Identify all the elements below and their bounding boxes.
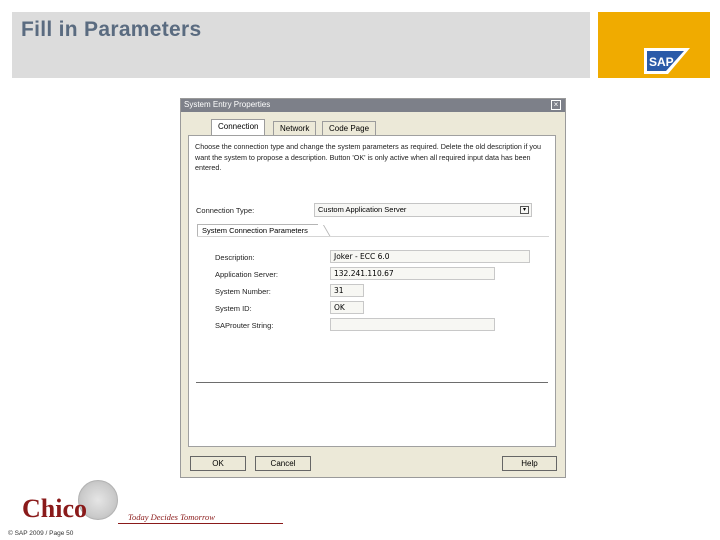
system-entry-dialog: System Entry Properties × Connection Net… [180,98,566,478]
ok-button[interactable]: OK [190,456,246,471]
dialog-title: System Entry Properties [184,100,271,109]
group-divider [197,236,549,237]
sap-brand-box: SAP [598,12,710,78]
application-server-field[interactable]: 132.241.110.67 [330,267,495,280]
chico-logo: Chico Today Decides Tomorrow [22,480,288,526]
slide-title-bar: Fill in Parameters [12,12,590,78]
sap-logo-text: SAP [649,55,674,69]
description-label: Description: [215,253,255,262]
tab-network[interactable]: Network [273,121,317,135]
application-server-label: Application Server: [215,270,278,279]
saprouter-string-label: SAProuter String: [215,321,274,330]
instructions-text: Choose the connection type and change th… [195,142,542,172]
system-id-label: System ID: [215,304,252,313]
close-icon[interactable]: × [551,100,561,110]
tagline-rule [118,523,283,524]
connection-tab-panel: Choose the connection type and change th… [188,135,556,447]
system-number-field[interactable]: 31 [330,284,364,297]
tab-code-page[interactable]: Code Page [322,121,377,135]
connection-type-value: Custom Application Server [318,205,407,214]
connection-type-label: Connection Type: [196,206,255,215]
description-field[interactable]: Joker - ECC 6.0 [330,250,530,263]
slide-title: Fill in Parameters [21,18,202,41]
sap-logo-icon: SAP [644,48,690,74]
chico-tagline: Today Decides Tomorrow [128,512,215,522]
group-label: System Connection Parameters [197,224,318,236]
slide-footer: © SAP 2009 / Page 50 [8,530,74,537]
panel-divider [196,382,548,383]
dropdown-icon[interactable]: ▾ [520,206,529,214]
dialog-titlebar[interactable]: System Entry Properties × [181,99,565,112]
chico-wordmark: Chico [22,494,87,523]
tab-connection[interactable]: Connection [211,119,266,135]
help-button[interactable]: Help [502,456,557,471]
connection-type-select[interactable]: Custom Application Server ▾ [314,203,532,217]
cancel-button[interactable]: Cancel [255,456,311,471]
saprouter-string-field[interactable] [330,318,495,331]
system-number-label: System Number: [215,287,271,296]
system-id-field[interactable]: OK [330,301,364,314]
